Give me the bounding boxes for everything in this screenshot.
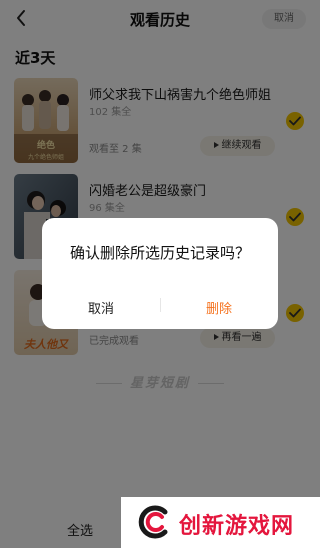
watermark-logo-icon — [138, 505, 168, 539]
dialog-cancel-button[interactable]: 取消 — [42, 298, 160, 317]
dialog-delete-button[interactable]: 删除 — [160, 298, 278, 317]
watermark: 创新游戏网 — [121, 497, 320, 548]
confirm-delete-dialog: 确认删除所选历史记录吗？ 取消 删除 — [42, 218, 278, 329]
dialog-title: 确认删除所选历史记录吗？ — [69, 244, 250, 262]
watermark-text: 创新游戏网 — [179, 514, 295, 539]
